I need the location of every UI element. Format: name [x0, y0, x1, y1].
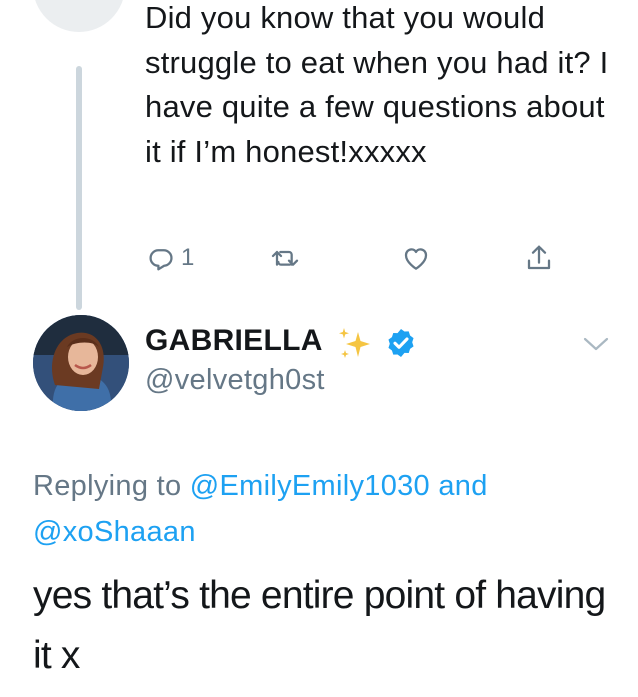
reply-tweet-text: yes that’s the entire point of having it… [33, 574, 606, 677]
sparkles-icon [339, 328, 370, 358]
share-action[interactable] [523, 240, 555, 276]
parent-tweet-text: Did you know that you would struggle to … [145, 0, 609, 169]
share-icon [527, 245, 551, 270]
avatar[interactable] [33, 315, 129, 411]
retweet-action[interactable] [269, 240, 301, 276]
like-action[interactable] [400, 240, 432, 276]
reply-action[interactable]: 1 [145, 240, 194, 276]
mention-link[interactable]: @xoShaaan [33, 516, 196, 548]
replying-and[interactable]: and [438, 470, 487, 502]
parent-avatar[interactable] [33, 0, 125, 32]
reply-count: 1 [181, 244, 195, 271]
thread-line [76, 66, 82, 310]
tweet-actions: 1 [145, 240, 575, 276]
reply-icon [149, 249, 173, 271]
replying-prefix: Replying to [33, 470, 182, 502]
profile-photo [33, 315, 129, 411]
display-name[interactable]: GABRIELLA [145, 324, 323, 358]
handle[interactable]: @velvetgh0st [145, 364, 325, 397]
chevron-down-icon[interactable] [582, 332, 610, 356]
retweet-icon [271, 250, 299, 266]
replying-to: Replying to @EmilyEmily1030 and @xoShaaa… [33, 463, 613, 555]
like-icon [404, 248, 428, 270]
verified-badge-icon [388, 329, 414, 357]
mention-link[interactable]: @EmilyEmily1030 [190, 470, 430, 502]
